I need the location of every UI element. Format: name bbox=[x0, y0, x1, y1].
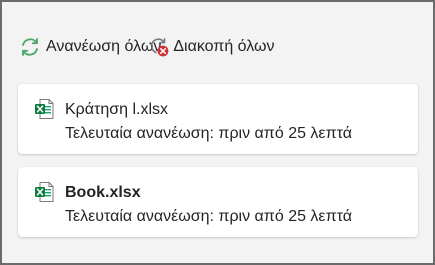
file-last-refresh: Τελευταία ανανέωση: πριν από 25 λεπτά bbox=[65, 125, 352, 142]
refresh-all-label: Ανανέωση όλων bbox=[46, 38, 162, 55]
stop-all-label: Διακοπή όλων bbox=[173, 38, 275, 55]
excel-file-icon bbox=[34, 181, 54, 203]
file-name: Book.xlsx bbox=[65, 184, 141, 201]
refresh-icon bbox=[18, 35, 42, 59]
excel-file-icon bbox=[34, 98, 54, 120]
refresh-all-button[interactable]: Ανανέωση όλων bbox=[18, 33, 161, 61]
file-last-refresh: Τελευταία ανανέωση: πριν από 25 λεπτά bbox=[65, 208, 352, 225]
stop-all-button[interactable]: Διακοπή όλων bbox=[147, 33, 275, 61]
query-refresh-panel: Ανανέωση όλων Διακοπή όλων Κράτηση l.xls… bbox=[0, 0, 435, 265]
cancel-refresh-icon bbox=[147, 35, 171, 59]
file-card[interactable]: Book.xlsx Τελευταία ανανέωση: πριν από 2… bbox=[18, 167, 418, 237]
refresh-toolbar: Ανανέωση όλων Διακοπή όλων bbox=[18, 33, 275, 61]
file-name: Κράτηση l.xlsx bbox=[65, 101, 169, 118]
file-card[interactable]: Κράτηση l.xlsx Τελευταία ανανέωση: πριν … bbox=[18, 84, 418, 154]
